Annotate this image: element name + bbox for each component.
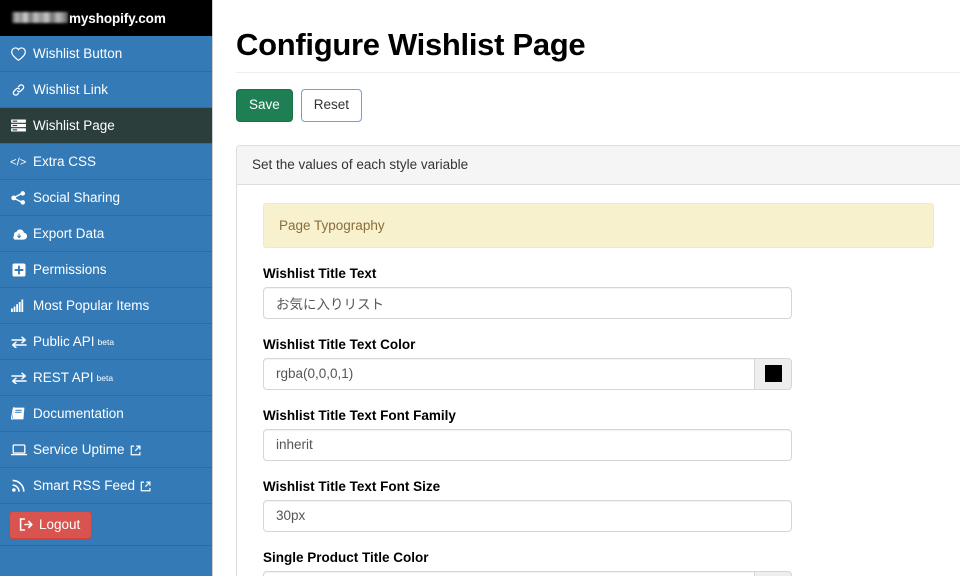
sidebar-item-extra-css[interactable]: </> Extra CSS bbox=[0, 144, 212, 180]
sidebar-item-label: Smart RSS Feed bbox=[33, 478, 136, 493]
field-wishlist-title-font-family: Wishlist Title Text Font Family bbox=[263, 408, 934, 461]
color-swatch bbox=[764, 365, 782, 383]
panel-header: Set the values of each style variable bbox=[237, 145, 960, 185]
sidebar-item-export-data[interactable]: Export Data bbox=[0, 216, 212, 252]
reset-button[interactable]: Reset bbox=[300, 89, 363, 122]
sidebar-item-label: Export Data bbox=[33, 226, 105, 241]
sidebar-item-public-api[interactable]: Public API beta bbox=[0, 324, 212, 360]
sidebar-item-label: Documentation bbox=[33, 406, 124, 421]
book-icon bbox=[9, 407, 28, 420]
wishlist-title-font-size-input[interactable] bbox=[263, 499, 792, 532]
list-icon bbox=[9, 119, 28, 132]
wishlist-title-text-input[interactable] bbox=[263, 286, 792, 319]
sidebar-item-label: Extra CSS bbox=[33, 154, 97, 169]
sidebar-item-documentation[interactable]: Documentation bbox=[0, 396, 212, 432]
sidebar-nav: Wishlist Button Wishlist Link Wishlist P… bbox=[0, 36, 212, 576]
main-content: Configure Wishlist Page Save Reset Set t… bbox=[213, 0, 960, 576]
field-single-product-title-color: Single Product Title Color bbox=[263, 550, 934, 576]
sidebar-item-label: REST API bbox=[33, 370, 94, 385]
share-icon bbox=[9, 190, 28, 205]
sidebar-item-wishlist-link[interactable]: Wishlist Link bbox=[0, 72, 212, 108]
logout-row: Logout bbox=[0, 504, 212, 546]
sidebar-item-smart-rss-feed[interactable]: Smart RSS Feed bbox=[0, 468, 212, 504]
sidebar-item-social-sharing[interactable]: Social Sharing bbox=[0, 180, 212, 216]
color-input-group bbox=[263, 570, 792, 576]
field-label: Wishlist Title Text Font Size bbox=[263, 478, 441, 494]
sidebar-item-label: Social Sharing bbox=[33, 190, 121, 205]
logout-button[interactable]: Logout bbox=[9, 510, 93, 539]
save-button[interactable]: Save bbox=[236, 89, 293, 122]
logout-label: Logout bbox=[39, 516, 81, 532]
sidebar-item-rest-api[interactable]: REST API beta bbox=[0, 360, 212, 396]
beta-badge: beta bbox=[96, 372, 114, 383]
beta-badge: beta bbox=[97, 336, 115, 347]
sidebar-item-label: Public API bbox=[33, 334, 95, 349]
cloud-down-icon bbox=[9, 228, 28, 240]
field-wishlist-title-text: Wishlist Title Text bbox=[263, 266, 934, 319]
app-root: myshopify.com Wishlist Button Wishlist L… bbox=[0, 0, 960, 576]
external-link-icon bbox=[140, 481, 151, 492]
redacted-store-name bbox=[12, 11, 68, 23]
sign-out-icon bbox=[19, 517, 33, 531]
page-title: Configure Wishlist Page bbox=[236, 27, 586, 62]
wishlist-title-text-color-input[interactable] bbox=[263, 357, 754, 390]
sidebar-item-permissions[interactable]: Permissions bbox=[0, 252, 212, 288]
heart-icon bbox=[9, 46, 28, 61]
field-label: Single Product Title Color bbox=[263, 549, 429, 565]
sidebar-item-most-popular-items[interactable]: Most Popular Items bbox=[0, 288, 212, 324]
color-swatch-button[interactable] bbox=[754, 570, 792, 576]
exchange-icon bbox=[9, 335, 28, 348]
color-input-group bbox=[263, 357, 792, 390]
sidebar-item-service-uptime[interactable]: Service Uptime bbox=[0, 432, 212, 468]
page-header: Configure Wishlist Page bbox=[236, 0, 960, 73]
field-label: Wishlist Title Text bbox=[263, 265, 377, 281]
plus-square-icon bbox=[9, 263, 28, 277]
sidebar-item-label: Wishlist Link bbox=[33, 82, 109, 97]
laptop-icon bbox=[9, 443, 28, 456]
link-icon bbox=[9, 83, 28, 97]
sidebar-item-label: Permissions bbox=[33, 262, 107, 277]
code-icon: </> bbox=[9, 155, 28, 168]
rss-icon bbox=[9, 479, 28, 492]
bar-chart-icon bbox=[9, 299, 28, 312]
field-label: Wishlist Title Text Font Family bbox=[263, 407, 456, 423]
sidebar-item-label: Most Popular Items bbox=[33, 298, 150, 313]
sidebar-item-label: Wishlist Button bbox=[33, 46, 123, 61]
sidebar-item-label: Service Uptime bbox=[33, 442, 125, 457]
single-product-title-color-input[interactable] bbox=[263, 570, 754, 576]
sidebar-item-wishlist-button[interactable]: Wishlist Button bbox=[0, 36, 212, 72]
action-button-row: Save Reset bbox=[236, 89, 960, 122]
field-label: Wishlist Title Text Color bbox=[263, 336, 416, 352]
svg-text:</>: </> bbox=[10, 156, 27, 168]
style-variables-panel: Set the values of each style variable Pa… bbox=[236, 144, 960, 576]
color-swatch-button[interactable] bbox=[754, 357, 792, 390]
brand-domain-suffix: myshopify.com bbox=[69, 10, 166, 26]
page-typography-banner: Page Typography bbox=[263, 202, 934, 248]
sidebar-filler bbox=[0, 546, 212, 576]
external-link-icon bbox=[130, 445, 141, 456]
exchange-icon bbox=[9, 371, 28, 384]
wishlist-title-font-family-input[interactable] bbox=[263, 428, 792, 461]
field-wishlist-title-font-size: Wishlist Title Text Font Size bbox=[263, 479, 934, 532]
brand-header: myshopify.com bbox=[0, 0, 212, 36]
field-wishlist-title-text-color: Wishlist Title Text Color bbox=[263, 337, 934, 390]
sidebar: myshopify.com Wishlist Button Wishlist L… bbox=[0, 0, 213, 576]
sidebar-item-label: Wishlist Page bbox=[33, 118, 115, 133]
sidebar-item-wishlist-page[interactable]: Wishlist Page bbox=[0, 108, 212, 144]
panel-body: Page Typography Wishlist Title Text Wish… bbox=[237, 185, 960, 576]
